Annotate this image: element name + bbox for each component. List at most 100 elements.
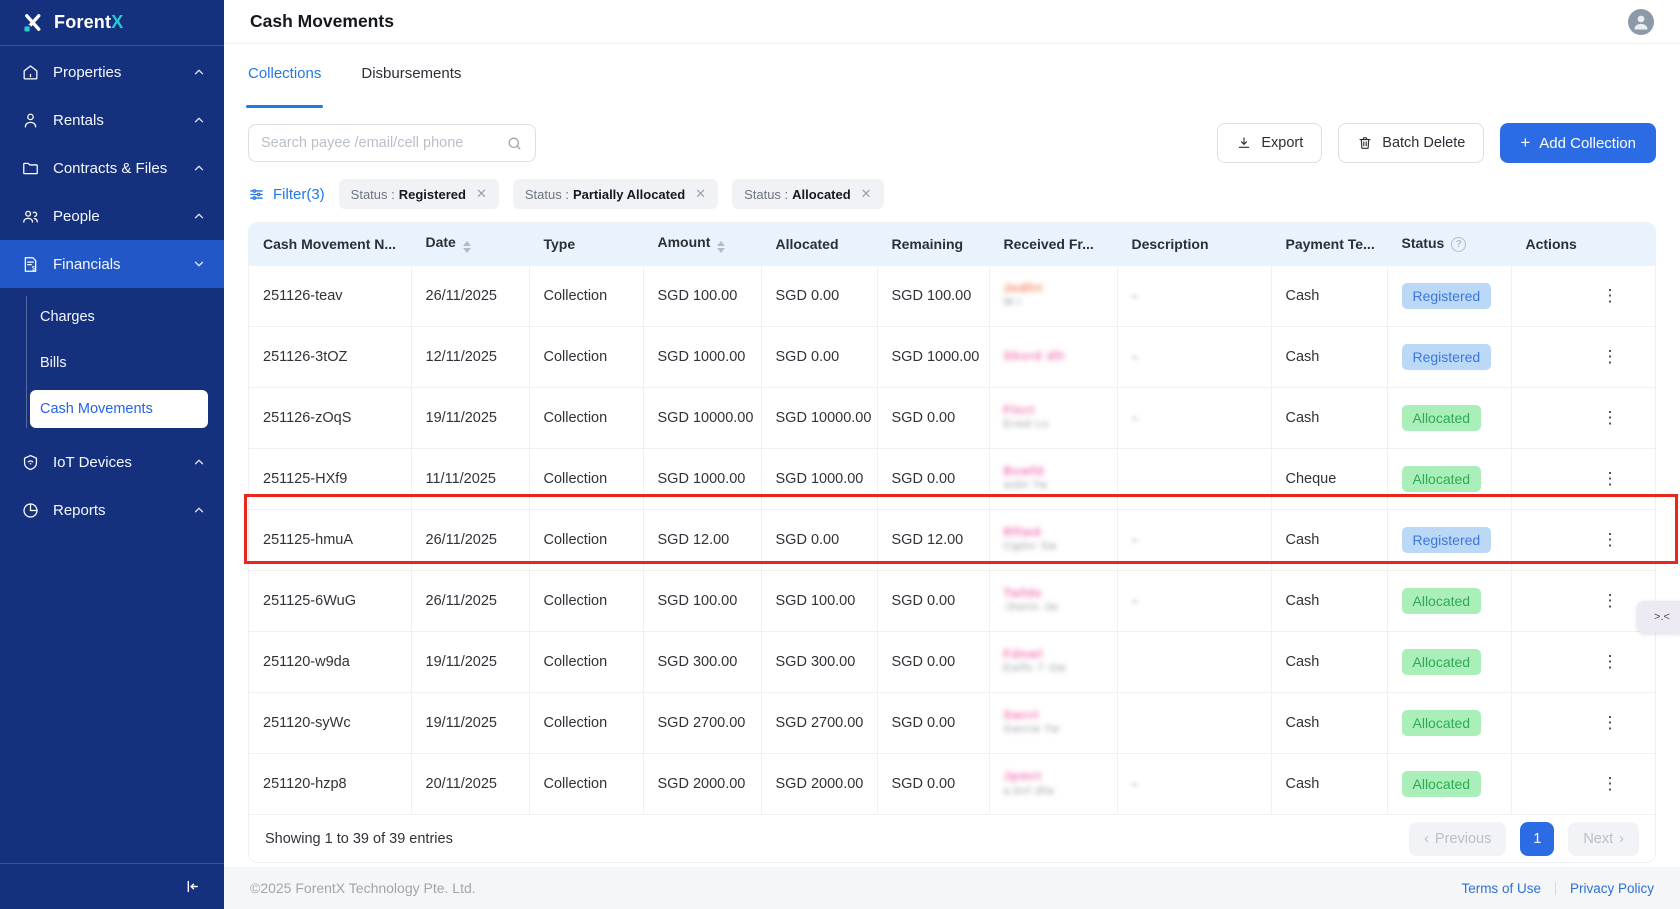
cell-actions: ⋮ xyxy=(1511,387,1655,448)
cell-payment-term: Cash xyxy=(1271,265,1387,326)
page-title: Cash Movements xyxy=(250,11,394,32)
user-avatar[interactable] xyxy=(1628,9,1654,35)
cell-payment-term: Cash xyxy=(1271,326,1387,387)
cell-status: Allocated xyxy=(1387,570,1511,631)
cell-remaining: SGD 0.00 xyxy=(877,570,989,631)
cell-remaining: SGD 0.00 xyxy=(877,387,989,448)
batch-delete-button[interactable]: Batch Delete xyxy=(1338,123,1484,163)
cell-remaining: SGD 0.00 xyxy=(877,448,989,509)
column-header-date[interactable]: Date xyxy=(411,223,529,265)
row-actions-menu-icon[interactable]: ⋮ xyxy=(1598,408,1624,427)
cell-type: Collection xyxy=(529,631,643,692)
table-body: 251126-teav26/11/2025CollectionSGD 100.0… xyxy=(249,265,1655,814)
sidebar-item-label: Financials xyxy=(53,256,121,273)
sidebar-collapse-bar xyxy=(0,863,224,909)
sidebar-item-contracts-files[interactable]: Contracts & Files xyxy=(0,144,224,192)
search-icon[interactable] xyxy=(506,135,523,152)
cell-remaining: SGD 12.00 xyxy=(877,509,989,570)
row-actions-menu-icon[interactable]: ⋮ xyxy=(1598,713,1624,732)
cell-date: 19/11/2025 xyxy=(411,692,529,753)
status-badge: Allocated xyxy=(1402,710,1482,736)
main-area: Cash Movements Collections Disbursements… xyxy=(224,0,1680,909)
row-actions-menu-icon[interactable]: ⋮ xyxy=(1598,347,1624,366)
sidebar-item-iot-devices[interactable]: IoT Devices xyxy=(0,438,224,486)
cell-description xyxy=(1117,692,1271,753)
redacted-description: =· xyxy=(1132,353,1141,364)
row-actions-menu-icon[interactable]: ⋮ xyxy=(1598,591,1624,610)
privacy-policy-link[interactable]: Privacy Policy xyxy=(1570,881,1654,896)
filter-toggle[interactable]: Filter(3) xyxy=(248,186,325,203)
row-actions-menu-icon[interactable]: ⋮ xyxy=(1598,774,1624,793)
redacted-payee-name: FlnrtErwd Lu xyxy=(1004,403,1103,432)
cell-number: 251126-teav xyxy=(249,265,411,326)
cell-type: Collection xyxy=(529,448,643,509)
floating-widget-button[interactable]: >.< xyxy=(1637,601,1680,633)
sidebar-subitem-charges[interactable]: Charges xyxy=(0,294,224,340)
row-actions-menu-icon[interactable]: ⋮ xyxy=(1598,286,1624,305)
cell-date: 26/11/2025 xyxy=(411,509,529,570)
sidebar-subitem-bills[interactable]: Bills xyxy=(0,340,224,386)
cell-remaining: SGD 0.00 xyxy=(877,753,989,814)
footer-links-divider xyxy=(1555,882,1556,895)
export-button[interactable]: Export xyxy=(1217,123,1322,163)
status-badge: Registered xyxy=(1402,527,1492,553)
sidebar-nav: Properties Rentals Contracts & Files Peo… xyxy=(0,46,224,534)
sort-icon[interactable] xyxy=(463,241,471,253)
cell-actions: ⋮ xyxy=(1511,326,1655,387)
sidebar-item-people[interactable]: People xyxy=(0,192,224,240)
next-page-button[interactable]: Next› xyxy=(1568,822,1639,856)
filter-sliders-icon xyxy=(248,186,265,203)
search-input[interactable] xyxy=(261,135,506,151)
cell-actions: ⋮ xyxy=(1511,265,1655,326)
cell-amount: SGD 1000.00 xyxy=(643,448,761,509)
redacted-description: =· xyxy=(1132,536,1141,547)
page-number-button[interactable]: 1 xyxy=(1520,822,1554,856)
column-header-actions: Actions xyxy=(1511,223,1655,265)
redacted-payee-name: Jpmrta.bvf dfw xyxy=(1004,769,1103,798)
row-actions-menu-icon[interactable]: ⋮ xyxy=(1598,530,1624,549)
sidebar-item-rentals[interactable]: Rentals xyxy=(0,96,224,144)
chevron-up-icon xyxy=(192,161,206,175)
tabs: Collections Disbursements xyxy=(248,44,1656,108)
cell-received-from: Bvwfdarjht Tw xyxy=(989,448,1117,509)
filter-chip-partially-allocated: Status :Partially Allocated ✕ xyxy=(513,179,718,209)
controls-row: Export Batch Delete + Add Collection xyxy=(248,123,1656,163)
cell-amount: SGD 300.00 xyxy=(643,631,761,692)
redacted-description: =· xyxy=(1132,414,1141,425)
page-footer: ©2025 ForentX Technology Pte. Ltd. Terms… xyxy=(224,867,1680,909)
cell-payment-term: Cash xyxy=(1271,753,1387,814)
sidebar-item-properties[interactable]: Properties xyxy=(0,48,224,96)
tab-disbursements[interactable]: Disbursements xyxy=(361,65,461,108)
cell-received-from: SwrrtGwcrw Tw xyxy=(989,692,1117,753)
tab-collections[interactable]: Collections xyxy=(248,65,321,108)
chevron-up-icon xyxy=(192,455,206,469)
sidebar-item-reports[interactable]: Reports xyxy=(0,486,224,534)
cell-status: Registered xyxy=(1387,265,1511,326)
help-icon[interactable]: ? xyxy=(1451,237,1466,252)
cell-number: 251126-3tOZ xyxy=(249,326,411,387)
cell-amount: SGD 1000.00 xyxy=(643,326,761,387)
redacted-payee-name: FdnwlEwffc T Ow xyxy=(1004,647,1103,676)
close-icon[interactable]: ✕ xyxy=(695,186,706,202)
cell-number: 251126-zOqS xyxy=(249,387,411,448)
close-icon[interactable]: ✕ xyxy=(861,186,872,202)
collapse-sidebar-icon[interactable] xyxy=(183,878,200,895)
row-actions-menu-icon[interactable]: ⋮ xyxy=(1598,652,1624,671)
column-header-type: Type xyxy=(529,223,643,265)
row-actions-menu-icon[interactable]: ⋮ xyxy=(1598,469,1624,488)
cash-movements-table: Cash Movement N...DateTypeAmountAllocate… xyxy=(249,223,1655,814)
close-icon[interactable]: ✕ xyxy=(476,186,487,202)
cell-date: 19/11/2025 xyxy=(411,631,529,692)
terms-of-use-link[interactable]: Terms of Use xyxy=(1461,881,1541,896)
add-collection-button[interactable]: + Add Collection xyxy=(1500,123,1656,163)
cell-status: Registered xyxy=(1387,509,1511,570)
column-header-amount[interactable]: Amount xyxy=(643,223,761,265)
sidebar-subitem-cash-movements[interactable]: Cash Movements xyxy=(30,390,208,428)
cell-date: 26/11/2025 xyxy=(411,570,529,631)
sort-icon[interactable] xyxy=(717,241,725,253)
previous-page-button[interactable]: ‹Previous xyxy=(1409,822,1506,856)
column-header-received_from: Received Fr... xyxy=(989,223,1117,265)
sidebar-item-financials[interactable]: $ Financials xyxy=(0,240,224,288)
table-header-row: Cash Movement N...DateTypeAmountAllocate… xyxy=(249,223,1655,265)
cell-actions: ⋮ xyxy=(1511,692,1655,753)
